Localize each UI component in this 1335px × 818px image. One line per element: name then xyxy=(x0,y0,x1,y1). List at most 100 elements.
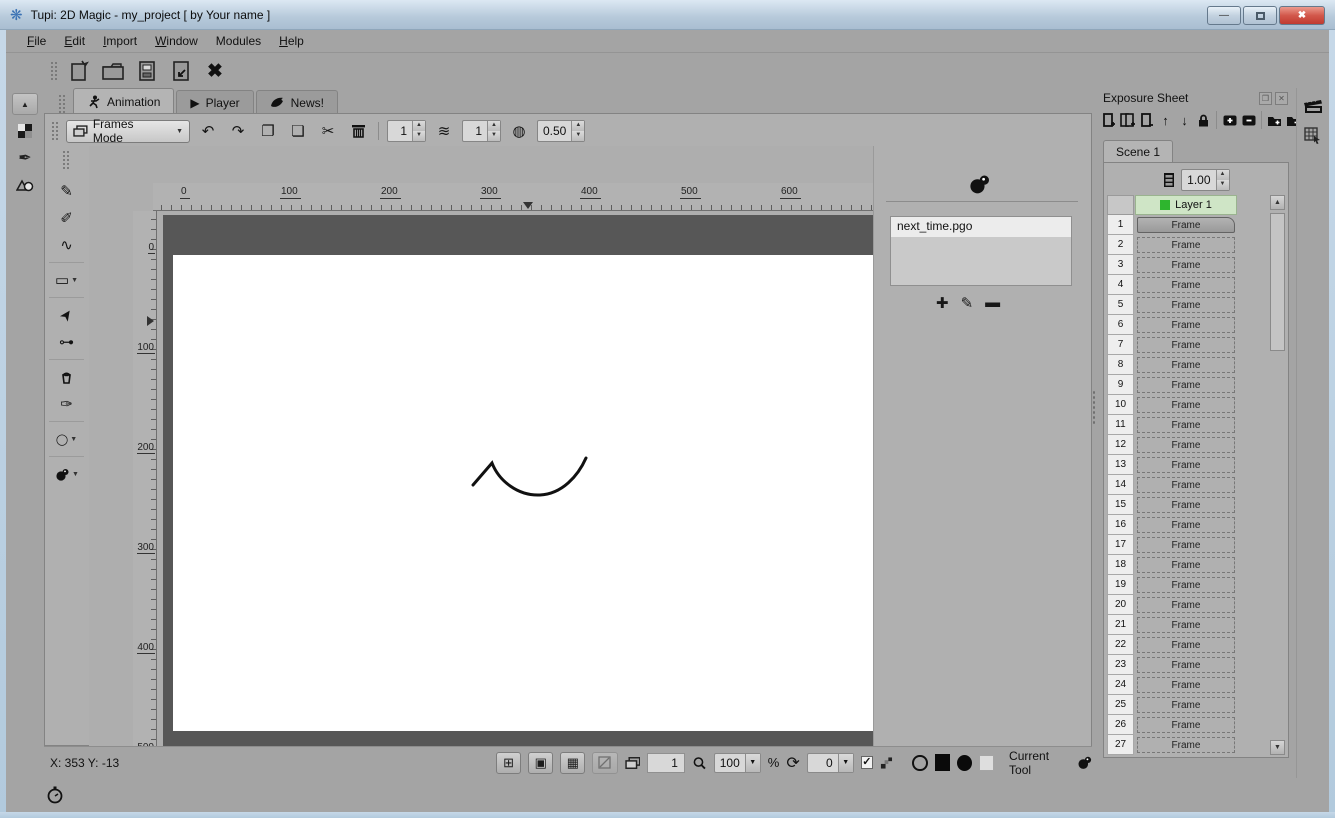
move-layer-down-button[interactable]: ↓ xyxy=(1176,110,1193,130)
tool-brush[interactable]: ✑ xyxy=(51,391,83,417)
fill-color-swatch[interactable] xyxy=(979,755,994,771)
save-project-as-button[interactable] xyxy=(167,57,195,85)
tab-news[interactable]: News! xyxy=(256,90,338,114)
paste-frame-button[interactable]: ❏ xyxy=(286,119,310,143)
spin-down-icon[interactable]: ▼ xyxy=(488,131,500,141)
frame-cell[interactable]: Frame xyxy=(1137,657,1235,673)
rotation-select[interactable]: 0 ▼ xyxy=(807,753,854,773)
fps-spinbox[interactable]: 1.00 ▲▼ xyxy=(1181,169,1230,191)
scrollbar-thumb[interactable] xyxy=(1270,213,1285,351)
layer-header[interactable]: Layer 1 xyxy=(1135,195,1237,215)
new-project-button[interactable] xyxy=(65,57,93,85)
menu-item-modules[interactable]: Modules xyxy=(207,31,270,51)
zoom-select[interactable]: 100 ▼ xyxy=(714,753,761,773)
copy-frame-button[interactable]: ❐ xyxy=(256,119,280,143)
antialias-checkbox[interactable]: ✓ xyxy=(861,756,873,769)
time-clock-icon[interactable] xyxy=(46,785,64,805)
undock-button[interactable]: ❐ xyxy=(1259,92,1272,105)
frame-cell[interactable]: Frame xyxy=(1137,677,1235,693)
frame-cell[interactable]: Frame xyxy=(1137,317,1235,333)
frame-cell[interactable]: Frame xyxy=(1137,397,1235,413)
scene-tab[interactable]: Scene 1 xyxy=(1103,140,1173,163)
scroll-up-button[interactable]: ▲ xyxy=(1270,195,1285,210)
remove-layer-button[interactable] xyxy=(1138,110,1155,130)
maximize-button[interactable] xyxy=(1243,6,1277,25)
open-project-button[interactable] xyxy=(99,57,127,85)
close-project-button[interactable]: ✖ xyxy=(201,57,229,85)
onion-next-spinbox[interactable]: 1 ▲▼ xyxy=(462,120,501,142)
color-palette-dock-button[interactable] xyxy=(12,120,38,142)
cut-frame-button[interactable]: ✂ xyxy=(316,119,340,143)
tool-ink[interactable]: ✐ xyxy=(51,205,83,231)
add-lipsync-button[interactable]: ✚ xyxy=(936,294,949,312)
frames-mode-select[interactable]: Frames Mode ▼ xyxy=(66,120,190,143)
minimize-button[interactable]: — xyxy=(1207,6,1241,25)
menu-item-window[interactable]: Window xyxy=(146,31,207,51)
splitter-handle[interactable] xyxy=(1092,390,1096,424)
frame-cell[interactable]: Frame xyxy=(1137,737,1235,753)
frame-cell[interactable]: Frame xyxy=(1137,277,1235,293)
drawing-canvas[interactable] xyxy=(173,255,891,731)
delete-frame-button[interactable] xyxy=(346,119,370,143)
contour-color-swatch[interactable] xyxy=(935,754,951,771)
tool-ellipse[interactable]: ◯ ▼ xyxy=(51,426,83,452)
redo-button[interactable]: ↷ xyxy=(226,119,250,143)
menu-item-edit[interactable]: Edit xyxy=(55,31,94,51)
frame-cell[interactable]: Frame xyxy=(1137,377,1235,393)
grid-toggle-button[interactable]: ▦ xyxy=(560,752,585,774)
frame-cell[interactable]: Frame xyxy=(1137,217,1235,233)
menu-item-import[interactable]: Import xyxy=(94,31,146,51)
renderer-toggle-button[interactable] xyxy=(592,752,617,774)
insert-layers-button[interactable] xyxy=(1119,110,1136,130)
tool-node-editor[interactable]: ⊶ xyxy=(51,329,83,355)
safe-area-toggle-button[interactable]: ▣ xyxy=(528,752,553,774)
canvas-workspace[interactable]: 0100200300400500600700 0100200300400500 xyxy=(89,146,917,746)
lock-layer-button[interactable] xyxy=(1195,110,1212,130)
frame-cell[interactable]: Frame xyxy=(1137,497,1235,513)
frame-cell[interactable]: Frame xyxy=(1137,417,1235,433)
frame-cell[interactable]: Frame xyxy=(1137,437,1235,453)
insert-scene-button[interactable] xyxy=(1266,110,1283,130)
frame-cell[interactable]: Frame xyxy=(1137,597,1235,613)
chevron-down-icon[interactable]: ▼ xyxy=(745,754,760,772)
tool-selection[interactable]: ➤ xyxy=(51,302,83,328)
pixel-steps-icon[interactable] xyxy=(880,756,893,770)
remove-frame-button[interactable] xyxy=(1240,110,1257,130)
tool-rectangle[interactable]: ▭ ▼ xyxy=(51,267,83,293)
framesbar-drag-handle[interactable] xyxy=(51,121,60,141)
undo-button[interactable]: ↶ xyxy=(196,119,220,143)
remove-lipsync-button[interactable]: ▬ xyxy=(985,294,1000,312)
collapse-tools-button[interactable]: ▲ xyxy=(12,93,38,115)
frame-cell[interactable]: Frame xyxy=(1137,617,1235,633)
close-dock-button[interactable]: ✕ xyxy=(1275,92,1288,105)
onion-previous-spinbox[interactable]: 1 ▲▼ xyxy=(387,120,426,142)
scroll-down-button[interactable]: ▼ xyxy=(1270,740,1285,755)
frame-cell[interactable]: Frame xyxy=(1137,717,1235,733)
menu-item-help[interactable]: Help xyxy=(270,31,313,51)
spin-down-icon[interactable]: ▼ xyxy=(413,131,425,141)
tool-pencil[interactable]: ✎ xyxy=(51,178,83,204)
shapes-dock-button[interactable] xyxy=(12,174,38,196)
lipsync-file-list[interactable]: next_time.pgo xyxy=(890,216,1072,286)
tool-lipsync[interactable]: ▼ xyxy=(51,461,83,487)
tab-player[interactable]: ▶ Player xyxy=(176,90,253,114)
toolbar-drag-handle[interactable] xyxy=(50,61,59,81)
move-layer-up-button[interactable]: ↑ xyxy=(1157,110,1174,130)
frame-cell[interactable]: Frame xyxy=(1137,517,1235,533)
frame-cell[interactable]: Frame xyxy=(1137,297,1235,313)
tool-fill[interactable] xyxy=(51,364,83,390)
save-project-button[interactable] xyxy=(133,57,161,85)
tabbar-drag-handle[interactable] xyxy=(58,94,67,114)
frame-cell[interactable]: Frame xyxy=(1137,557,1235,573)
frame-cell[interactable]: Frame xyxy=(1137,337,1235,353)
insert-frame-button[interactable] xyxy=(1221,110,1238,130)
scenes-dock-button[interactable] xyxy=(1301,94,1325,118)
frame-cell[interactable]: Frame xyxy=(1137,697,1235,713)
tab-animation[interactable]: Animation xyxy=(73,88,174,114)
frame-cell[interactable]: Frame xyxy=(1137,577,1235,593)
edit-lipsync-button[interactable]: ✎ xyxy=(961,294,974,312)
current-frame-field[interactable]: 1 xyxy=(647,753,685,773)
crosshairs-toggle-button[interactable]: ⊞ xyxy=(496,752,521,774)
frame-cell[interactable]: Frame xyxy=(1137,237,1235,253)
close-button[interactable]: ✖ xyxy=(1279,6,1325,25)
